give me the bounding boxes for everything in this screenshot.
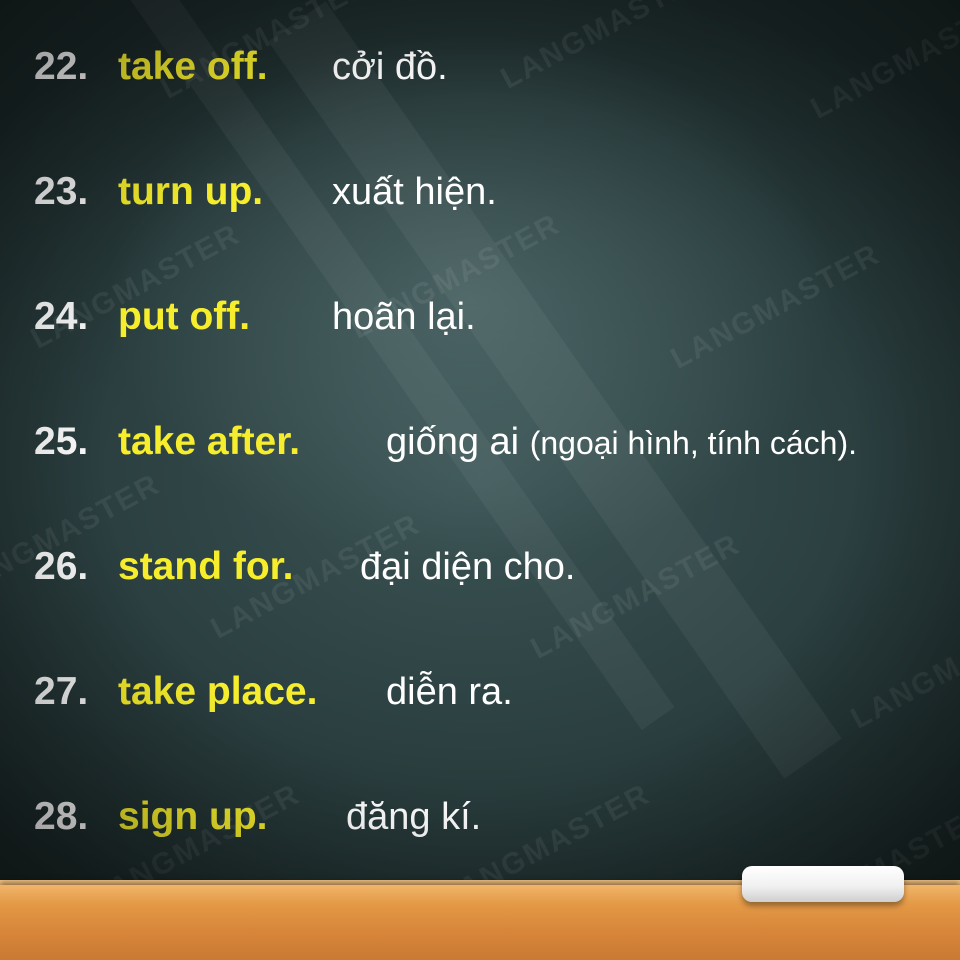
meaning-main: giống ai [386,421,520,463]
item-number: 24. [34,295,89,338]
phrasal-verb: sign up. [118,795,268,838]
watermark: LANGMASTER [665,237,886,376]
eraser-icon [742,866,904,902]
item-number: 26. [34,545,89,588]
watermark: LANGMASTER [205,507,426,646]
meaning: cởi đồ. [332,46,448,88]
item-number: 27. [34,670,89,713]
watermark: LANGMASTER [155,0,376,106]
watermark: LANGMASTER [495,0,716,96]
meaning: giống ai (ngoại hình, tính cách). [386,412,857,473]
watermark: LANGMASTER [435,777,656,885]
chalkboard: LANGMASTER LANGMASTER LANGMASTER LANGMAS… [0,0,960,885]
phrasal-verb: put off. [118,295,251,338]
watermark: LANGMASTER [805,0,960,126]
phrasal-verb: take off. [118,45,268,88]
watermark: LANGMASTER [525,527,746,666]
meaning: hoãn lại. [332,296,476,338]
phrasal-verb: take after. [118,420,301,463]
watermark: LANGMASTER [845,597,960,736]
watermark: LANGMASTER [25,217,246,356]
phrasal-verb: take place. [118,670,318,713]
item-number: 25. [34,420,89,463]
phrasal-verb: stand for. [118,545,294,588]
meaning: đăng kí. [346,796,482,838]
phrasal-verb: turn up. [118,170,264,213]
meaning: đại diện cho. [360,546,576,588]
item-number: 22. [34,45,89,88]
meaning: xuất hiện. [332,171,497,213]
watermark: LANGMASTER [0,467,166,606]
item-number: 28. [34,795,89,838]
meaning: diễn ra. [386,671,513,713]
item-number: 23. [34,170,89,213]
watermark: LANGMASTER [345,207,566,346]
meaning-note: (ngoại hình, tính cách). [529,425,857,461]
watermark: LANGMASTER [85,777,306,885]
